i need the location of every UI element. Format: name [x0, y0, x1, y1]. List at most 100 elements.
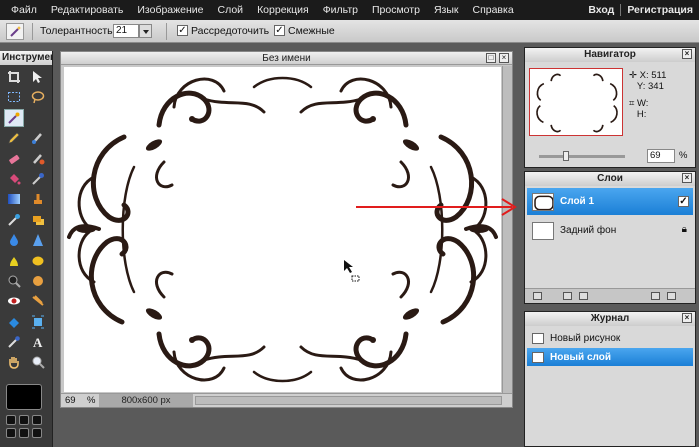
- history-item[interactable]: Новый слой: [527, 348, 693, 366]
- zoom-input[interactable]: 69: [65, 394, 76, 407]
- vertical-scrollbar[interactable]: [502, 66, 512, 394]
- clone-tool[interactable]: [28, 211, 48, 229]
- transform-icon: [32, 315, 44, 329]
- login-link[interactable]: Вход: [588, 4, 614, 16]
- pinch-tool[interactable]: [4, 313, 24, 331]
- marquee-tool[interactable]: [4, 88, 24, 106]
- sharpen-tool[interactable]: [28, 231, 48, 249]
- navigator-zoom-input[interactable]: 69: [647, 149, 675, 163]
- brush-icon: [32, 133, 42, 145]
- menu-language[interactable]: Язык: [427, 0, 466, 20]
- swatch-small[interactable]: [32, 428, 42, 438]
- close-icon[interactable]: ×: [682, 313, 692, 323]
- hand-tool[interactable]: [4, 353, 24, 371]
- history-item[interactable]: Новый рисунок: [527, 329, 693, 347]
- layer-row[interactable]: Слой 1 ✓: [527, 188, 693, 215]
- menu-file[interactable]: Файл: [4, 0, 44, 20]
- bloat-tool[interactable]: [28, 292, 48, 310]
- layer-name: Слой 1: [560, 196, 595, 207]
- mask-icon[interactable]: [579, 292, 588, 300]
- menu-view[interactable]: Просмотр: [365, 0, 427, 20]
- picker-tool[interactable]: [4, 333, 24, 351]
- maximize-icon[interactable]: □: [486, 53, 496, 63]
- menu-layer[interactable]: Слой: [211, 0, 251, 20]
- sponge-tool[interactable]: [28, 252, 48, 270]
- move-tool[interactable]: [28, 68, 48, 86]
- hand-burn-icon: [33, 275, 43, 286]
- text-icon: A: [33, 335, 43, 349]
- pencil-tool[interactable]: [4, 129, 24, 147]
- navigator-title[interactable]: Навигатор ×: [525, 48, 695, 62]
- wand-brush-tool[interactable]: [4, 211, 24, 229]
- dodge-tool[interactable]: [4, 272, 24, 290]
- menu-adjustment[interactable]: Коррекция: [250, 0, 316, 20]
- swatch-small[interactable]: [32, 415, 42, 425]
- contiguous-checkbox[interactable]: ✓: [274, 25, 285, 36]
- menu-image[interactable]: Изображение: [130, 0, 210, 20]
- layer-row[interactable]: Задний фон 🔒︎: [527, 217, 693, 244]
- history-title-text: Журнал: [590, 313, 630, 324]
- history-panel: Журнал × Новый рисунок Новый слой: [524, 311, 696, 447]
- pencil-icon: [8, 132, 20, 144]
- zoom-tool[interactable]: [28, 353, 48, 371]
- stamp-tool[interactable]: [28, 190, 48, 208]
- swatch-small[interactable]: [6, 428, 16, 438]
- smudge-tool[interactable]: [4, 252, 24, 270]
- lasso-icon: [31, 91, 45, 104]
- empty-slot: [28, 109, 48, 127]
- document-icon: [532, 351, 544, 363]
- divider: [620, 4, 622, 16]
- svg-text:A: A: [33, 335, 43, 349]
- ornamental-frame-image: [67, 76, 498, 383]
- close-icon[interactable]: ×: [682, 49, 692, 59]
- move-arrow-icon: [33, 71, 42, 83]
- magic-wand-tool[interactable]: [4, 108, 24, 127]
- layer-name: Задний фон: [560, 225, 617, 236]
- layers-title[interactable]: Слои ×: [525, 172, 695, 186]
- canvas-titlebar[interactable]: Без имени □ ×: [61, 52, 512, 65]
- history-title[interactable]: Журнал ×: [525, 312, 695, 326]
- clone-icon: [33, 215, 44, 225]
- tolerance-dropdown-button[interactable]: [139, 24, 152, 38]
- eraser-tool[interactable]: [4, 150, 24, 168]
- image-dimensions: 800x600 px: [99, 394, 193, 407]
- horizontal-scrollbar[interactable]: [195, 396, 502, 405]
- fill-tool[interactable]: [4, 170, 24, 188]
- red-eye-tool[interactable]: [4, 292, 24, 310]
- register-link[interactable]: Регистрация: [627, 4, 693, 16]
- h-label: H:: [636, 109, 647, 120]
- swatch-small[interactable]: [19, 415, 29, 425]
- zoom-slider-knob[interactable]: [563, 151, 569, 161]
- tolerance-input[interactable]: 21: [113, 24, 139, 38]
- layer-style-icon[interactable]: [563, 292, 572, 300]
- lasso-tool[interactable]: [28, 88, 48, 106]
- new-layer-icon[interactable]: [651, 292, 660, 300]
- current-tool-icon[interactable]: [6, 23, 24, 40]
- text-tool[interactable]: A: [28, 333, 48, 351]
- sponge-icon: [32, 256, 44, 266]
- menu-filter[interactable]: Фильтр: [316, 0, 365, 20]
- burn-tool[interactable]: [28, 272, 48, 290]
- navigator-thumbnail[interactable]: [529, 68, 623, 136]
- document-canvas[interactable]: [64, 67, 501, 392]
- swatch-small[interactable]: [19, 428, 29, 438]
- menu-edit[interactable]: Редактировать: [44, 0, 131, 20]
- layer-visibility-checkbox[interactable]: ✓: [678, 196, 689, 207]
- swatch-small[interactable]: [6, 415, 16, 425]
- foreground-color-swatch[interactable]: [6, 384, 42, 410]
- close-icon[interactable]: ×: [499, 53, 509, 63]
- brush-tool[interactable]: [28, 129, 48, 147]
- trash-icon[interactable]: [667, 292, 676, 300]
- pinch-icon: [32, 295, 44, 307]
- close-icon[interactable]: ×: [682, 173, 692, 183]
- replace-color-tool[interactable]: [28, 150, 48, 168]
- color-picker-tool[interactable]: [28, 170, 48, 188]
- transform-tool[interactable]: [28, 313, 48, 331]
- antialias-checkbox[interactable]: ✓: [177, 25, 188, 36]
- gradient-tool[interactable]: [4, 190, 24, 208]
- layer-options-icon[interactable]: [533, 292, 542, 300]
- zoom-slider[interactable]: [539, 151, 625, 161]
- menu-help[interactable]: Справка: [465, 0, 520, 20]
- blur-tool[interactable]: [4, 231, 24, 249]
- crop-tool[interactable]: [4, 68, 24, 86]
